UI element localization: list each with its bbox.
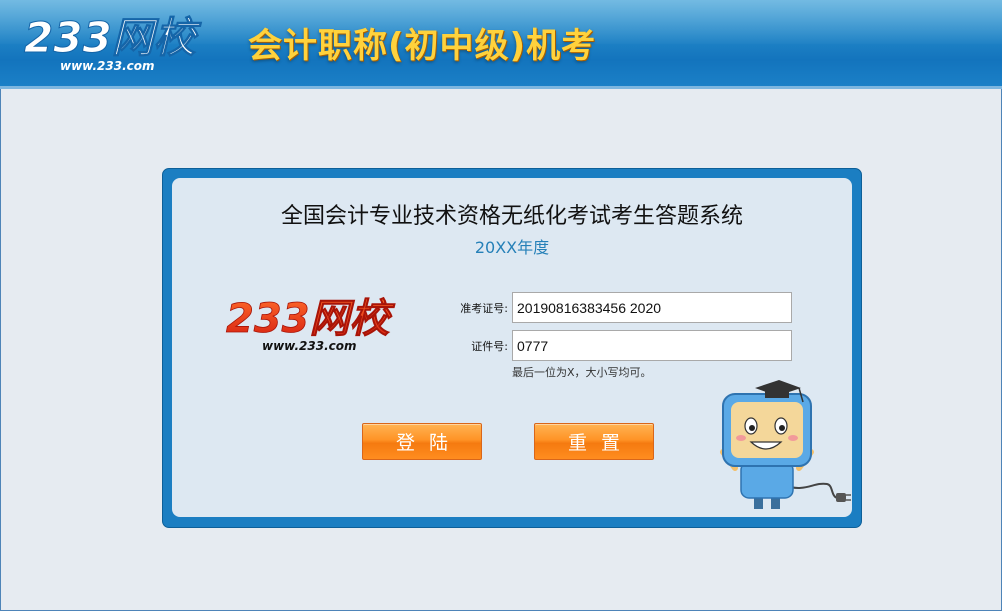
mascot-illustration xyxy=(720,380,851,509)
login-button[interactable]: 登陆 xyxy=(362,423,482,460)
header-logo-text: 233网校 xyxy=(24,13,202,62)
app-header: 233网校 www.233.com 会计职称(初中级)机考 xyxy=(0,0,1002,89)
app-title: 会计职称(初中级)机考 xyxy=(248,26,597,66)
power-cord xyxy=(784,482,851,502)
exam-year: 20XX年度 xyxy=(474,238,550,257)
brand-logo-text: 233网校 xyxy=(226,296,395,342)
brand-logo-url: www.233.com xyxy=(262,339,357,353)
header-logo: 233网校 www.233.com xyxy=(24,13,203,74)
id-number-input[interactable] xyxy=(512,330,792,361)
header-logo-url: www.233.com xyxy=(60,59,155,73)
reset-button[interactable]: 重置 xyxy=(534,423,654,460)
login-panel-inner: 全国会计专业技术资格无纸化考试考生答题系统 20XX年度 233网校 www.2… xyxy=(172,178,852,517)
system-title: 全国会计专业技术资格无纸化考试考生答题系统 xyxy=(280,204,743,229)
admission-number-label: 准考证号: xyxy=(460,302,508,315)
login-panel: 全国会计专业技术资格无纸化考试考生答题系统 20XX年度 233网校 www.2… xyxy=(162,168,862,528)
mascot-head xyxy=(722,393,812,467)
id-hint-text: 最后一位为X，大小写均可。 xyxy=(512,366,652,379)
id-number-label: 证件号: xyxy=(471,340,508,353)
admission-number-input[interactable] xyxy=(512,292,792,323)
brand-logo: 233网校 www.233.com xyxy=(226,296,396,353)
